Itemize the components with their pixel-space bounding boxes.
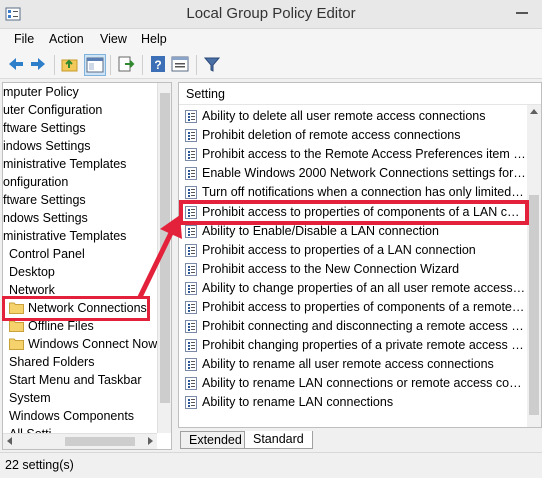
export-list-icon[interactable] xyxy=(116,54,138,76)
setting-row[interactable]: Prohibit access to properties of a LAN c… xyxy=(179,241,529,260)
setting-row[interactable]: Ability to rename LAN connections or rem… xyxy=(179,374,529,393)
minimize-button[interactable] xyxy=(502,0,542,22)
policy-setting-icon xyxy=(185,320,197,333)
toolbar: ? xyxy=(0,51,542,79)
tab-extended[interactable]: Extended xyxy=(180,431,251,449)
scroll-up-arrow-icon[interactable] xyxy=(530,109,538,114)
settings-vertical-scrollbar[interactable] xyxy=(527,105,541,427)
policy-setting-icon xyxy=(185,110,197,123)
title-bar: Local Group Policy Editor xyxy=(0,0,542,29)
up-folder-icon[interactable] xyxy=(60,54,82,76)
menu-file[interactable]: File xyxy=(14,32,34,46)
folder-icon xyxy=(9,338,24,350)
setting-row[interactable]: Ability to rename LAN connections xyxy=(179,393,529,412)
window-title: Local Group Policy Editor xyxy=(186,5,356,22)
policy-setting-icon xyxy=(185,186,197,199)
policy-setting-icon xyxy=(185,377,197,390)
highlight-box-network-connections xyxy=(2,296,150,321)
show-hide-tree-icon[interactable] xyxy=(84,54,106,76)
policy-setting-icon xyxy=(185,339,197,352)
policy-setting-icon xyxy=(185,129,197,142)
annotation-arrow-icon xyxy=(137,215,182,299)
help-icon[interactable]: ? xyxy=(148,54,170,76)
menu-view[interactable]: View xyxy=(100,32,127,46)
setting-row[interactable]: Ability to change properties of an all u… xyxy=(179,279,529,298)
setting-row[interactable]: Prohibit access to the New Connection Wi… xyxy=(179,260,529,279)
menu-help[interactable]: Help xyxy=(141,32,167,46)
filter-icon[interactable] xyxy=(202,54,224,76)
back-arrow-icon[interactable] xyxy=(6,54,28,76)
properties-icon[interactable] xyxy=(170,54,192,76)
menu-bar: File Action View Help xyxy=(0,29,542,51)
settings-count: 22 setting(s) xyxy=(5,458,74,472)
setting-row[interactable]: Ability to rename all user remote access… xyxy=(179,355,529,374)
setting-row[interactable]: Prohibit access to properties of compone… xyxy=(179,298,529,317)
setting-row[interactable]: Prohibit deletion of remote access conne… xyxy=(179,126,529,145)
setting-row[interactable]: Prohibit changing properties of a privat… xyxy=(179,336,529,355)
svg-text:?: ? xyxy=(154,58,161,72)
tree-horizontal-scrollbar[interactable] xyxy=(3,433,157,449)
menu-action[interactable]: Action xyxy=(49,32,84,46)
setting-row[interactable]: Enable Windows 2000 Network Connections … xyxy=(179,164,529,183)
policy-setting-icon xyxy=(185,396,197,409)
tab-standard[interactable]: Standard xyxy=(244,431,313,449)
setting-row[interactable]: Ability to delete all user remote access… xyxy=(179,107,529,126)
settings-pane[interactable]: Setting Ability to delete all user remot… xyxy=(178,82,542,428)
policy-setting-icon xyxy=(185,148,197,161)
setting-column-header[interactable]: Setting xyxy=(179,83,541,105)
setting-row[interactable]: Prohibit connecting and disconnecting a … xyxy=(179,317,529,336)
view-tabs: Extended Standard xyxy=(178,430,542,450)
policy-setting-icon xyxy=(185,167,197,180)
policy-setting-icon xyxy=(185,358,197,371)
scroll-right-arrow-icon[interactable] xyxy=(148,437,153,445)
status-bar: 22 setting(s) xyxy=(0,452,542,478)
highlight-box-setting xyxy=(179,200,529,225)
scroll-left-arrow-icon[interactable] xyxy=(7,437,12,445)
forward-arrow-icon[interactable] xyxy=(28,54,50,76)
setting-row[interactable]: Prohibit access to the Remote Access Pre… xyxy=(179,145,529,164)
